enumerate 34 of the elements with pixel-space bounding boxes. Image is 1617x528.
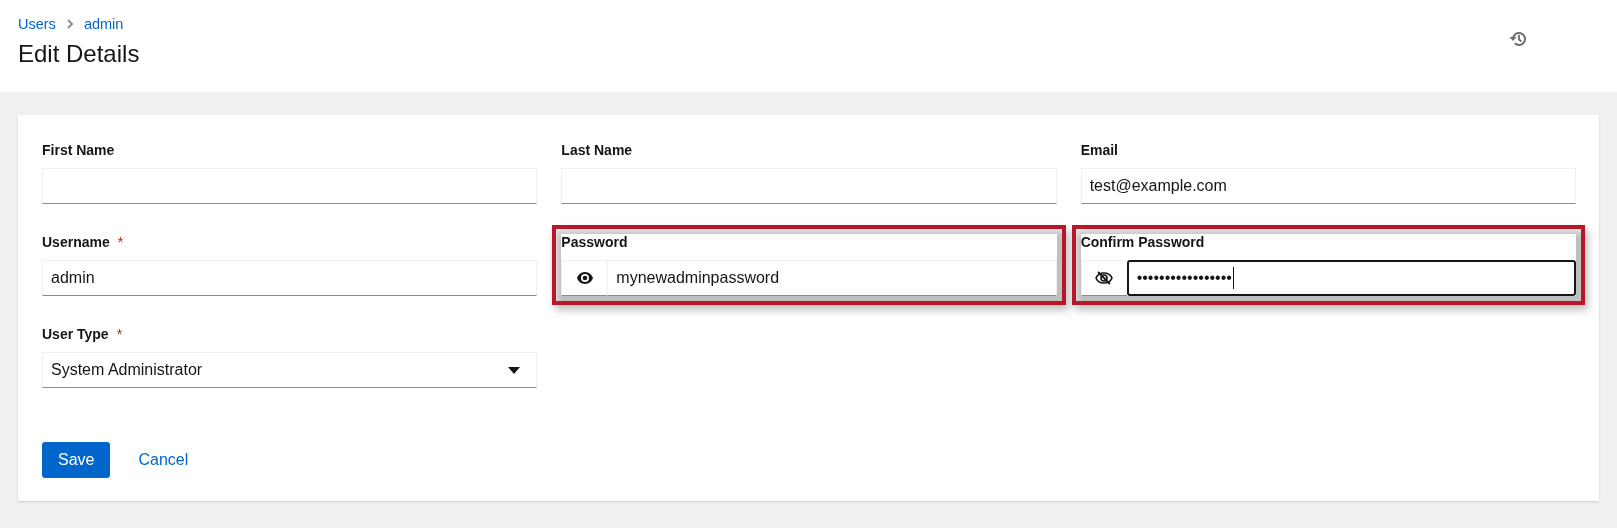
field-label: User Type	[42, 326, 109, 342]
show-password-button[interactable]	[561, 260, 608, 296]
field-label: Password	[561, 234, 628, 250]
password-field[interactable]: •••••••••••••••••	[1126, 260, 1576, 296]
required-asterisk: *	[116, 326, 123, 342]
field-label: Confirm Password	[1080, 234, 1205, 250]
field-value: •••••••••••••••••	[1136, 269, 1232, 287]
cancel-link[interactable]: Cancel	[122, 442, 205, 478]
text-field[interactable]: admin	[42, 260, 538, 296]
required-asterisk: *	[117, 234, 124, 250]
field-value: mynewadminpassword	[616, 269, 780, 287]
history-icon[interactable]	[1509, 30, 1527, 48]
eye-slash-icon	[1095, 271, 1114, 285]
field-label: Username	[42, 234, 110, 250]
field-value: test@example.com	[1089, 177, 1227, 195]
field-label: Email	[1080, 142, 1118, 158]
save-button[interactable]: Save	[42, 442, 111, 478]
text-field[interactable]: test@example.com	[1080, 168, 1576, 204]
show-password-button[interactable]	[1080, 260, 1127, 296]
eye-icon	[576, 272, 593, 284]
field-label: Last Name	[561, 142, 633, 158]
select-dropdown[interactable]: System Administrator	[42, 352, 538, 388]
text-cursor	[1232, 267, 1234, 289]
breadcrumb-link[interactable]: admin	[83, 16, 124, 32]
text-field[interactable]	[561, 168, 1057, 204]
caret-down-icon	[508, 366, 521, 374]
breadcrumb-link[interactable]: Users	[18, 16, 56, 32]
text-field[interactable]	[42, 168, 538, 204]
selected-value: System Administrator	[51, 361, 203, 379]
chevron-right-icon	[65, 19, 74, 29]
field-value: admin	[51, 269, 95, 287]
password-field[interactable]: mynewadminpassword	[607, 260, 1057, 296]
field-label: First Name	[42, 142, 115, 158]
page-title: Edit Details	[18, 40, 140, 68]
